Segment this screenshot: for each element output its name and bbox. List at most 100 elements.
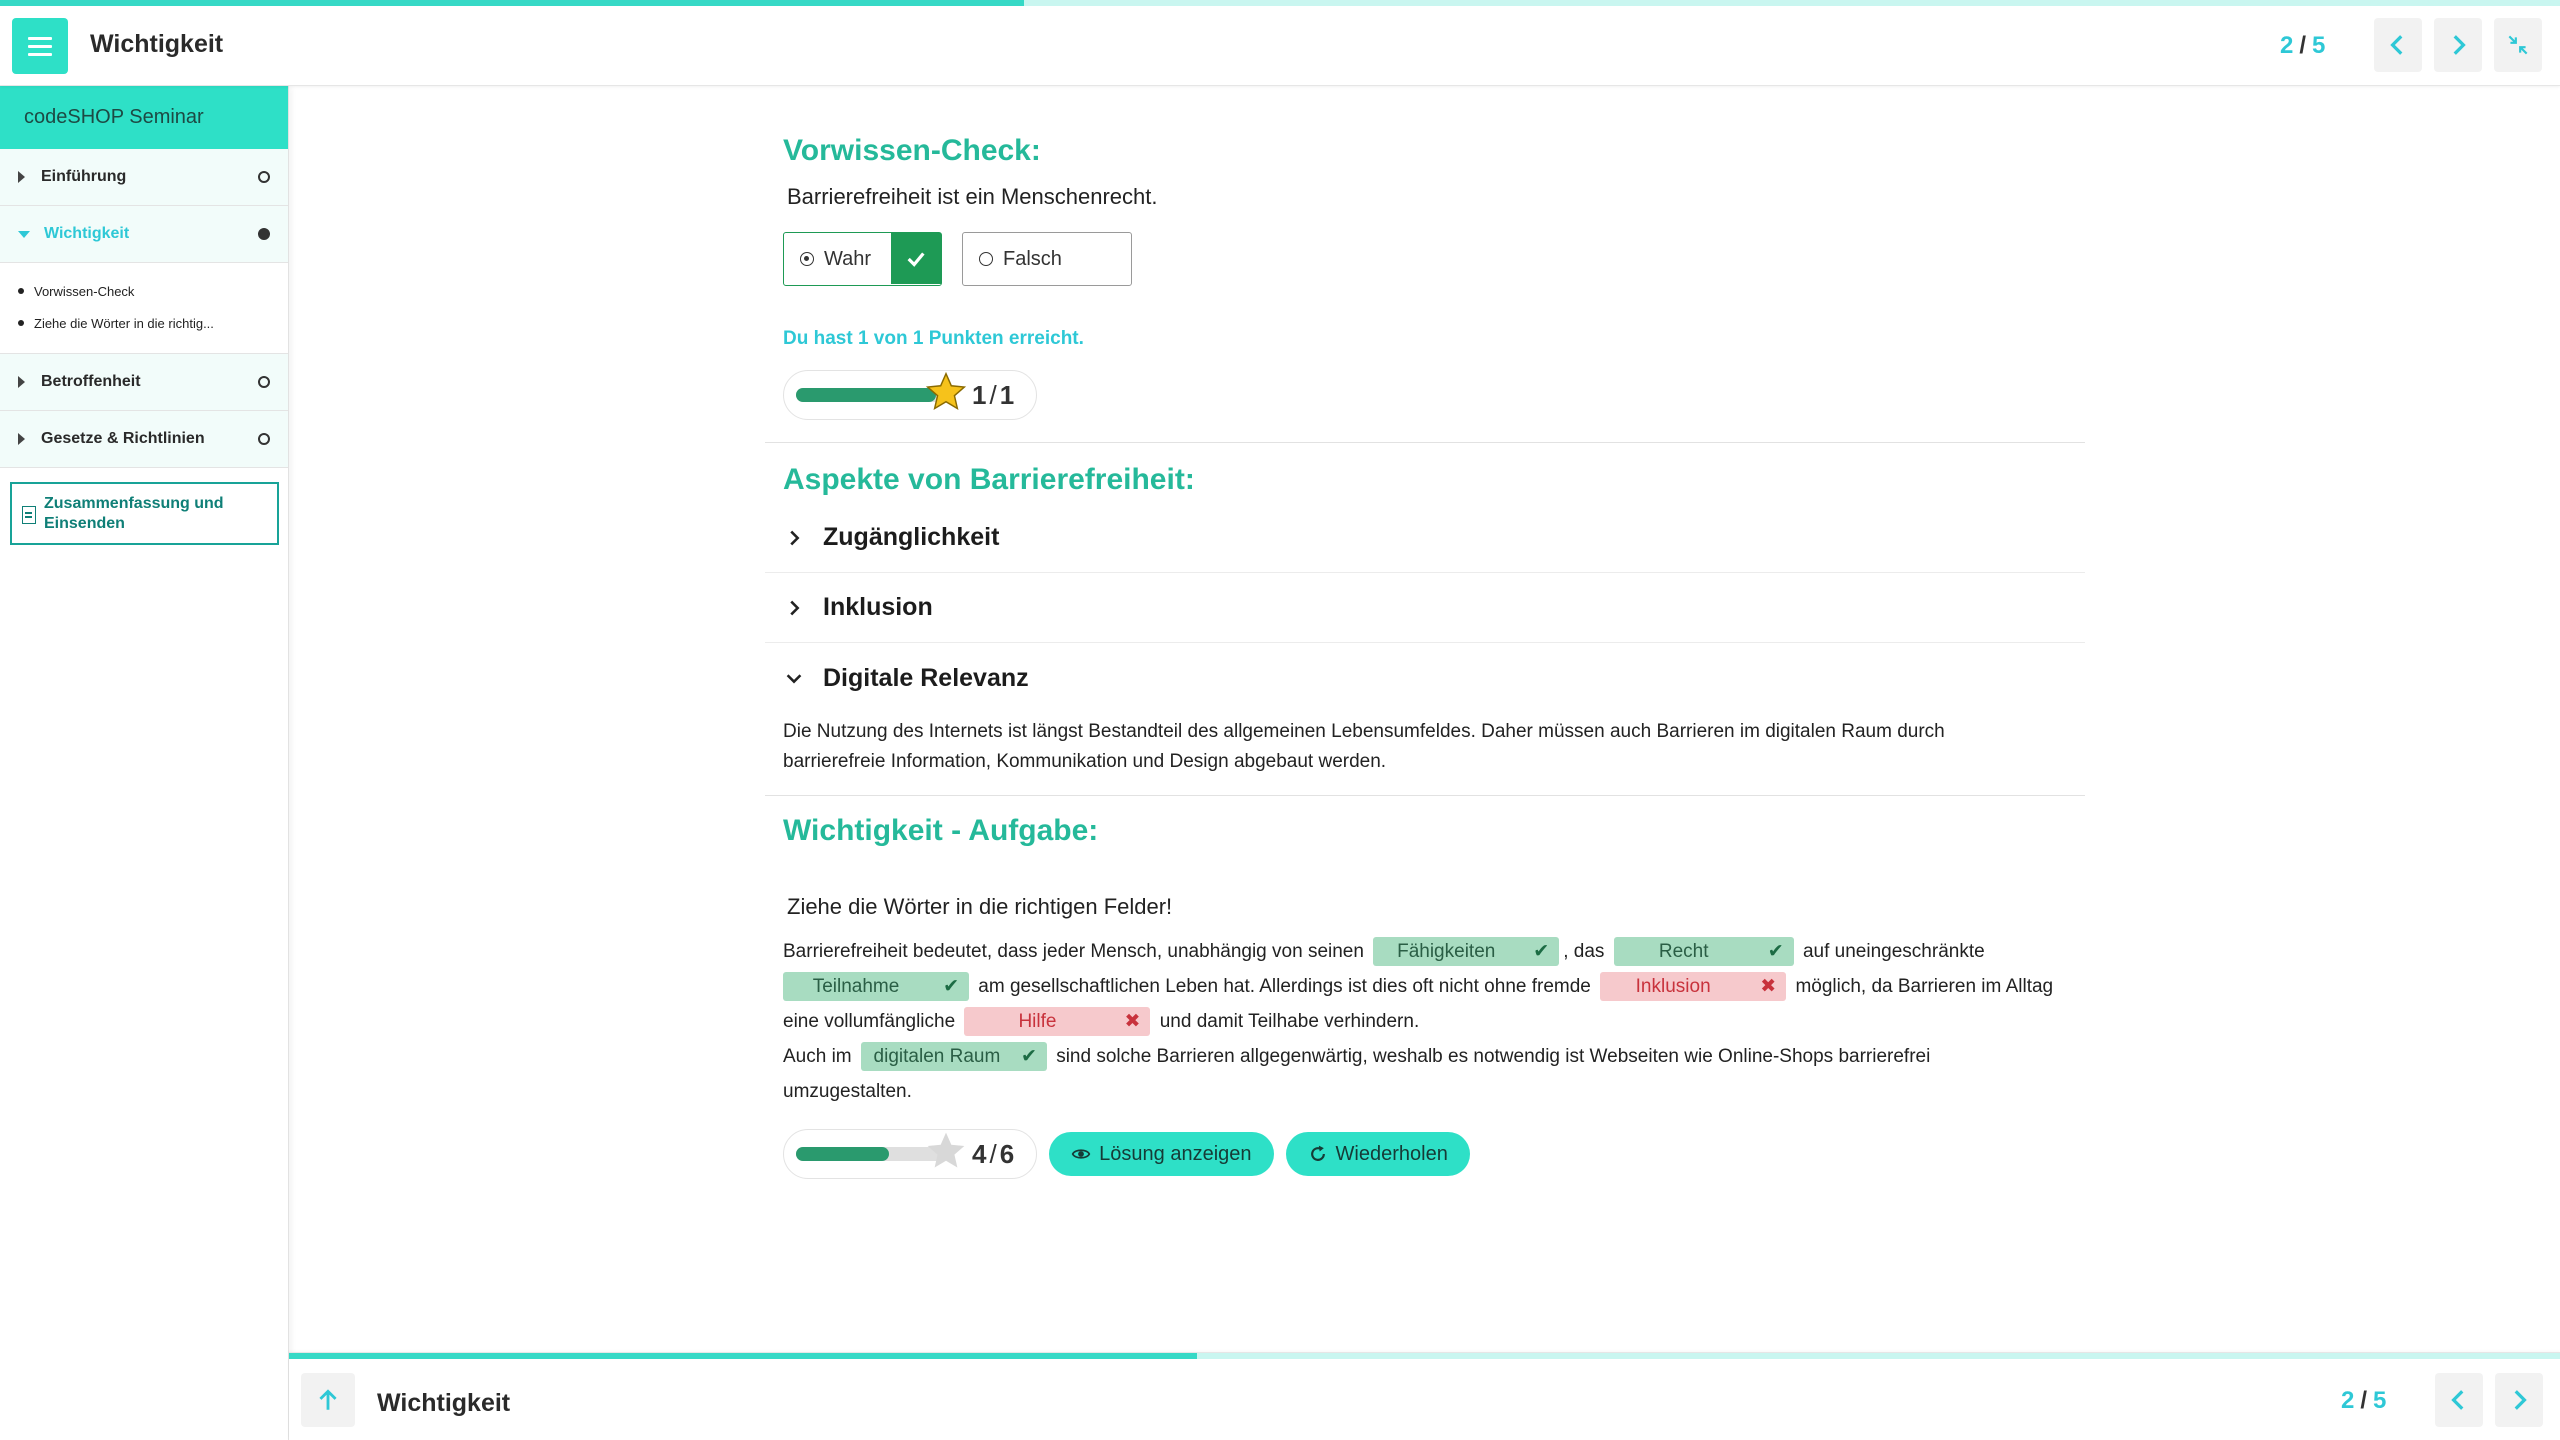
bottom-prev-page-button[interactable] <box>2435 1373 2483 1427</box>
bottom-page-title: Wichtigkeit <box>377 1389 511 1417</box>
quiz-question: Barrierefreiheit ist ein Menschenrecht. <box>787 184 1158 209</box>
option-false-label: Falsch <box>1003 247 1062 270</box>
chevron-right-icon <box>2453 35 2466 55</box>
page-total: 5 <box>2373 1387 2387 1414</box>
sidebar-item-label: Betroffenheit <box>41 373 141 390</box>
text-segment: auf uneingeschränkte <box>1802 941 1985 962</box>
accordion-label: Inklusion <box>823 593 933 621</box>
drop-zone-faehigkeiten[interactable]: Fähigkeiten ✔ <box>1373 937 1560 967</box>
chevron-down-icon <box>786 674 802 684</box>
status-current-icon <box>258 228 270 240</box>
drag-drop-text: Barrierefreiheit bedeutet, dass jeder Me… <box>783 934 2063 1109</box>
prev-page-button[interactable] <box>2374 18 2422 72</box>
summary-button-label: Zusammenfassung und Einsenden <box>44 495 224 532</box>
accordion-item-inklusion[interactable]: Inklusion <box>765 573 2085 643</box>
arrow-up-icon <box>319 1389 337 1410</box>
drop-zone-inklusion[interactable]: Inklusion ✖ <box>1600 972 1787 1002</box>
sidebar-subitems: Vorwissen-Check Ziehe die Wörter in die … <box>0 263 288 354</box>
chip-text: Hilfe <box>1018 1011 1057 1033</box>
caret-right-icon <box>18 433 25 445</box>
bottom-page-counter: 2/5 <box>2341 1387 2386 1415</box>
caret-down-icon <box>18 230 30 238</box>
retry-label: Wiederholen <box>1335 1142 1448 1165</box>
task-score: 4/6 <box>783 1129 1038 1179</box>
accordion-label: Zugänglichkeit <box>823 523 1000 551</box>
menu-icon-line <box>28 44 52 48</box>
section-divider <box>765 442 2085 443</box>
collapse-button[interactable] <box>2494 18 2542 72</box>
sidebar-item-label: Wichtigkeit <box>44 225 130 242</box>
accordion: Zugänglichkeit Inklusion Digitale Releva… <box>765 503 2085 796</box>
sidebar-item-label: Gesetze & Richtlinien <box>41 430 205 447</box>
caret-right-icon <box>18 171 25 183</box>
retry-button[interactable]: Wiederholen <box>1285 1132 1470 1176</box>
option-false[interactable]: Falsch <box>962 232 1132 286</box>
chip-text: Teilnahme <box>812 976 900 998</box>
sidebar-item-betroffenheit[interactable]: Betroffenheit <box>0 354 288 411</box>
chevron-right-icon <box>790 600 800 615</box>
task-instruction: Ziehe die Wörter in die richtigen Felder… <box>787 894 1173 919</box>
refresh-icon <box>1310 1145 1325 1161</box>
document-icon <box>22 506 36 524</box>
check-icon: ✔ <box>1533 941 1550 963</box>
summary-submit-button[interactable]: Zusammenfassung und Einsenden <box>10 482 279 545</box>
page-total: 5 <box>2312 32 2326 59</box>
sidebar-subitem-vorwissen[interactable]: Vorwissen-Check <box>18 275 288 307</box>
show-solution-button[interactable]: Lösung anzeigen <box>1049 1132 1274 1176</box>
text-segment: , das <box>1563 941 1605 962</box>
drop-zone-recht[interactable]: Recht ✔ <box>1613 937 1794 967</box>
quiz-score-wrap: 1/1 <box>765 370 1038 420</box>
menu-icon <box>28 36 52 40</box>
star-empty-icon <box>927 1132 965 1168</box>
quiz-feedback: Du hast 1 von 1 Punkten erreicht. <box>783 328 1084 349</box>
score-progress-fill <box>796 1147 889 1161</box>
accordion-item-zugaenglichkeit[interactable]: Zugänglichkeit <box>765 503 2085 573</box>
score-separator: / <box>989 379 997 410</box>
chip-text: digitalen Raum <box>873 1046 1001 1068</box>
score-max: 6 <box>999 1138 1015 1169</box>
chevron-right-icon <box>2514 1390 2527 1410</box>
text-segment: am gesellschaftlichen Leben hat. Allerdi… <box>978 976 1591 997</box>
sidebar: codeSHOP Seminar Einführung Wichtigkeit … <box>0 86 289 1440</box>
score-progress-track <box>796 1132 965 1168</box>
subitem-label: Vorwissen-Check <box>34 283 135 299</box>
quiz-title: Vorwissen-Check: <box>783 134 1041 167</box>
eye-icon <box>1071 1149 1091 1159</box>
text-segment: Barrierefreiheit bedeutet, dass jeder Me… <box>783 941 1364 962</box>
task-footer: 4/6 Lösung anzeigen Wiederholen <box>765 1129 2085 1179</box>
text-segment: und damit Teilhabe verhindern. <box>1159 1011 1420 1032</box>
option-true[interactable]: Wahr <box>783 232 942 286</box>
drop-zone-teilnahme[interactable]: Teilnahme ✔ <box>783 972 969 1002</box>
status-open-icon <box>258 376 270 388</box>
menu-button[interactable] <box>12 18 68 74</box>
status-open-icon <box>258 433 270 445</box>
task-title: Wichtigkeit - Aufgabe: <box>783 814 1099 847</box>
cross-icon: ✖ <box>1760 976 1777 998</box>
score-progress-track <box>796 371 967 411</box>
star-filled-icon <box>925 371 967 411</box>
chevron-left-icon <box>2390 35 2403 55</box>
sidebar-subitem-ziehe[interactable]: Ziehe die Wörter in die richtig... <box>18 307 288 339</box>
sidebar-item-label: Einführung <box>41 168 127 185</box>
accordion-item-digitale-relevanz[interactable]: Digitale Relevanz <box>765 643 2085 713</box>
sidebar-item-einfuehrung[interactable]: Einführung <box>0 149 288 206</box>
collapse-arrows-icon <box>2508 35 2528 55</box>
bottom-next-page-button[interactable] <box>2495 1373 2543 1427</box>
page-title: Wichtigkeit <box>90 30 224 58</box>
check-icon: ✔ <box>1767 941 1784 963</box>
page-counter: 2/5 <box>2280 32 2325 60</box>
top-progress-fill <box>0 0 1024 6</box>
next-page-button[interactable] <box>2434 18 2482 72</box>
scroll-top-button[interactable] <box>301 1373 355 1427</box>
quiz-options: Wahr Falsch <box>783 232 2085 286</box>
course-title: codeSHOP Seminar <box>0 86 288 149</box>
drop-zone-digitalen-raum[interactable]: digitalen Raum ✔ <box>860 1042 1047 1072</box>
bottom-bar: Wichtigkeit 2/5 <box>289 1352 2560 1440</box>
bullet-icon <box>18 320 24 326</box>
chevron-left-icon <box>2451 1390 2464 1410</box>
bullet-icon <box>18 288 24 294</box>
sidebar-item-wichtigkeit[interactable]: Wichtigkeit <box>0 206 288 263</box>
sidebar-item-gesetze[interactable]: Gesetze & Richtlinien <box>0 411 288 468</box>
drop-zone-hilfe[interactable]: Hilfe ✖ <box>964 1007 1151 1037</box>
score-current: 4 <box>972 1138 987 1169</box>
